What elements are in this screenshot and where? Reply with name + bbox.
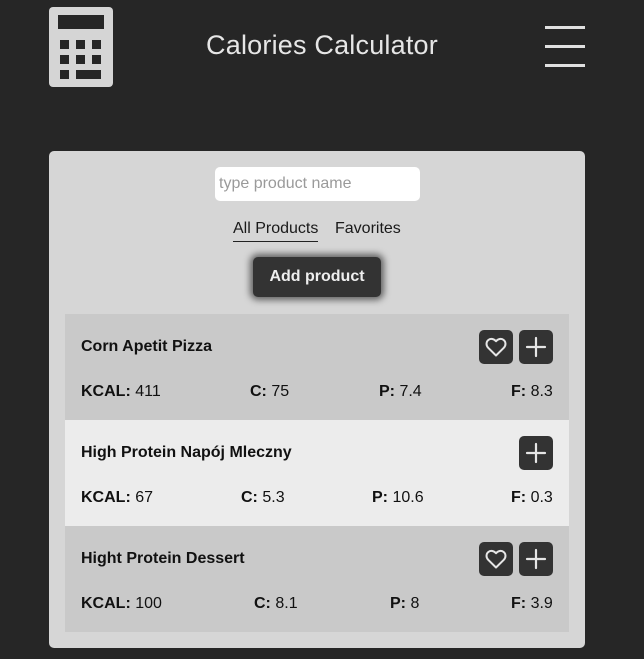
product-item[interactable]: High Protein Napój Mleczny KCAL: 67 C: 5.3… [65,420,569,526]
heart-icon[interactable] [479,330,513,364]
stat-value: 411 [135,383,161,400]
stat-value: 5.3 [262,489,285,506]
plus-icon[interactable] [519,436,553,470]
stat-p: P: 8 [390,595,419,613]
stat-label: P: [379,383,395,400]
stat-f: F: 8.3 [511,383,553,401]
stat-value: 8 [410,595,420,612]
stat-c: C: 5.3 [241,489,285,507]
stat-label: KCAL: [81,489,131,506]
stat-value: 8.1 [275,595,298,612]
stat-value: 67 [135,489,154,506]
app-header: Calories Calculator [0,0,644,152]
plus-icon[interactable] [519,330,553,364]
stat-c: C: 8.1 [254,595,298,613]
tab-all-products[interactable]: All Products [233,220,319,242]
stat-c: C: 75 [250,383,289,401]
stat-label: C: [241,489,258,506]
hamburger-menu-icon[interactable] [545,26,585,68]
stat-p: P: 7.4 [379,383,422,401]
product-item[interactable]: Corn Apetit Pizza KCAL: 411 C: 75 P: 7.4 F: … [65,314,569,420]
stat-value: 8.3 [530,383,553,400]
heart-icon[interactable] [479,542,513,576]
stat-label: KCAL: [81,383,131,400]
stat-label: C: [250,383,267,400]
plus-icon[interactable] [519,542,553,576]
stat-value: 100 [135,595,162,612]
stat-value: 75 [271,383,290,400]
product-name: Corn Apetit Pizza [81,338,212,355]
stat-value: 7.4 [399,383,422,400]
stat-label: P: [372,489,388,506]
add-product-button[interactable]: Add product [253,257,381,297]
stat-value: 0.3 [530,489,553,506]
tab-favorites[interactable]: Favorites [335,220,401,241]
search-input[interactable] [215,167,420,201]
stat-label: F: [511,383,527,400]
stat-f: F: 3.9 [511,595,553,613]
stat-p: P: 10.6 [372,489,424,507]
product-name: Hight Protein Dessert [81,550,245,567]
stat-kcal: KCAL: 411 [81,383,161,401]
stat-label: P: [390,595,406,612]
stat-label: F: [511,595,527,612]
stat-label: F: [511,489,527,506]
stat-f: F: 0.3 [511,489,553,507]
stat-label: KCAL: [81,595,131,612]
stat-value: 3.9 [530,595,553,612]
products-panel: All Products Favorites Add product Corn … [49,151,585,648]
stat-label: C: [254,595,271,612]
product-item[interactable]: Hight Protein Dessert KCAL: 100 C: 8.1 P: 8… [65,526,569,632]
stat-kcal: KCAL: 67 [81,489,153,507]
stat-kcal: KCAL: 100 [81,595,162,613]
product-name: High Protein Napój Mleczny [81,444,292,461]
stat-value: 10.6 [392,489,424,506]
